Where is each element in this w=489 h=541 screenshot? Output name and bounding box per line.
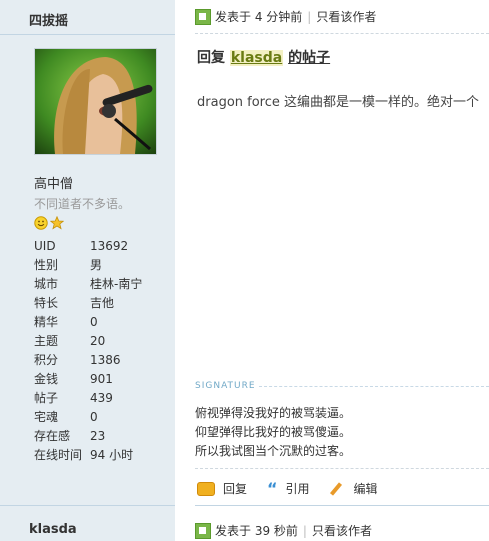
post-time: 发表于 4 分钟前 — [215, 10, 303, 24]
author-header — [0, 0, 175, 35]
stat-row: 金钱 901 — [34, 372, 113, 386]
author-sidebar: 四拔摇 高中僧 不同道者不多语。 UID 13692 性别 男 城市 桂林-南宁… — [0, 0, 175, 541]
signature-line: 所以我试图当个沉默的过客。 — [195, 444, 352, 458]
user-rank: 高中僧 — [34, 177, 74, 192]
post-meta: 发表于 4 分钟前 | 只看该作者 — [195, 8, 376, 25]
post-separator — [195, 505, 489, 506]
post-divider — [0, 505, 175, 506]
only-author-link-2[interactable]: 只看该作者 — [312, 522, 372, 539]
post-actions: 回复 “ 引用 编辑 — [197, 480, 398, 497]
stat-row: 宅魂 0 — [34, 410, 98, 424]
signature-line: 俯视弹得没我好的被骂装逼。 — [195, 406, 352, 420]
reply-label: 回复 — [223, 482, 248, 496]
quote-icon: “ — [267, 478, 278, 498]
stat-row: 存在感 23 — [34, 429, 106, 443]
smile-medal-icon[interactable] — [34, 216, 48, 230]
signature-divider — [259, 386, 489, 387]
signature: 俯视弹得没我好的被骂装逼。 仰望弹得比我好的被骂傻逼。 所以我试图当个沉默的过客… — [195, 404, 351, 461]
post-content-column: 发表于 4 分钟前 | 只看该作者 回复 klasda 的帖子 dragon f… — [175, 0, 489, 541]
only-author-link[interactable]: 只看该作者 — [316, 8, 376, 25]
edit-icon — [330, 482, 346, 496]
stat-row: UID 13692 — [34, 239, 129, 253]
stat-row: 性别男 — [34, 258, 103, 272]
user-stats: UID 13692 性别男 城市 桂林-南宁 特长 吉他 精华 0 主题 20 积分 138… — [34, 237, 142, 465]
title-user-link[interactable]: klasda — [229, 50, 284, 66]
author-name[interactable]: 四拔摇 — [29, 10, 68, 29]
stat-row: 帖子 439 — [34, 391, 113, 405]
signature-line: 仰望弹得比我好的被骂傻逼。 — [195, 425, 352, 439]
post-body: dragon force 这编曲都是一模一样的。绝对一个 — [197, 95, 480, 110]
meta-separator: | — [307, 9, 312, 24]
title-suffix[interactable]: 的帖子 — [288, 50, 330, 66]
quote-label: 引用 — [285, 482, 310, 496]
meta-divider — [195, 33, 489, 34]
edit-button[interactable]: 编辑 — [330, 480, 378, 497]
meta-separator: | — [302, 523, 307, 538]
post-meta-2: 发表于 39 秒前 | 只看该作者 — [195, 522, 372, 539]
title-prefix: 回复 — [197, 50, 225, 66]
author-name-2[interactable]: klasda — [29, 522, 77, 537]
post-title: 回复 klasda 的帖子 — [197, 47, 330, 67]
stat-row: 积分 1386 — [34, 353, 121, 367]
actions-divider — [195, 468, 489, 469]
quote-button[interactable]: “ 引用 — [267, 480, 310, 497]
post-time-2: 发表于 39 秒前 — [215, 524, 298, 538]
stat-row: 城市 桂林-南宁 — [34, 277, 143, 291]
reply-icon — [197, 481, 215, 496]
avatar[interactable] — [34, 48, 157, 155]
post-icon — [195, 522, 211, 539]
stat-row: 在线时间 94 小时 — [34, 448, 134, 462]
stat-row: 精华 0 — [34, 315, 98, 329]
edit-label: 编辑 — [353, 482, 378, 496]
stat-row: 主题 20 — [34, 334, 106, 348]
signature-label: SIGNATURE — [195, 381, 256, 391]
custom-title: 不同道者不多语。 — [34, 197, 131, 211]
star-medal-icon[interactable] — [50, 216, 64, 230]
post-icon — [195, 8, 211, 25]
stat-row: 特长 吉他 — [34, 296, 115, 310]
reply-button[interactable]: 回复 — [197, 480, 247, 497]
medals — [34, 216, 64, 230]
